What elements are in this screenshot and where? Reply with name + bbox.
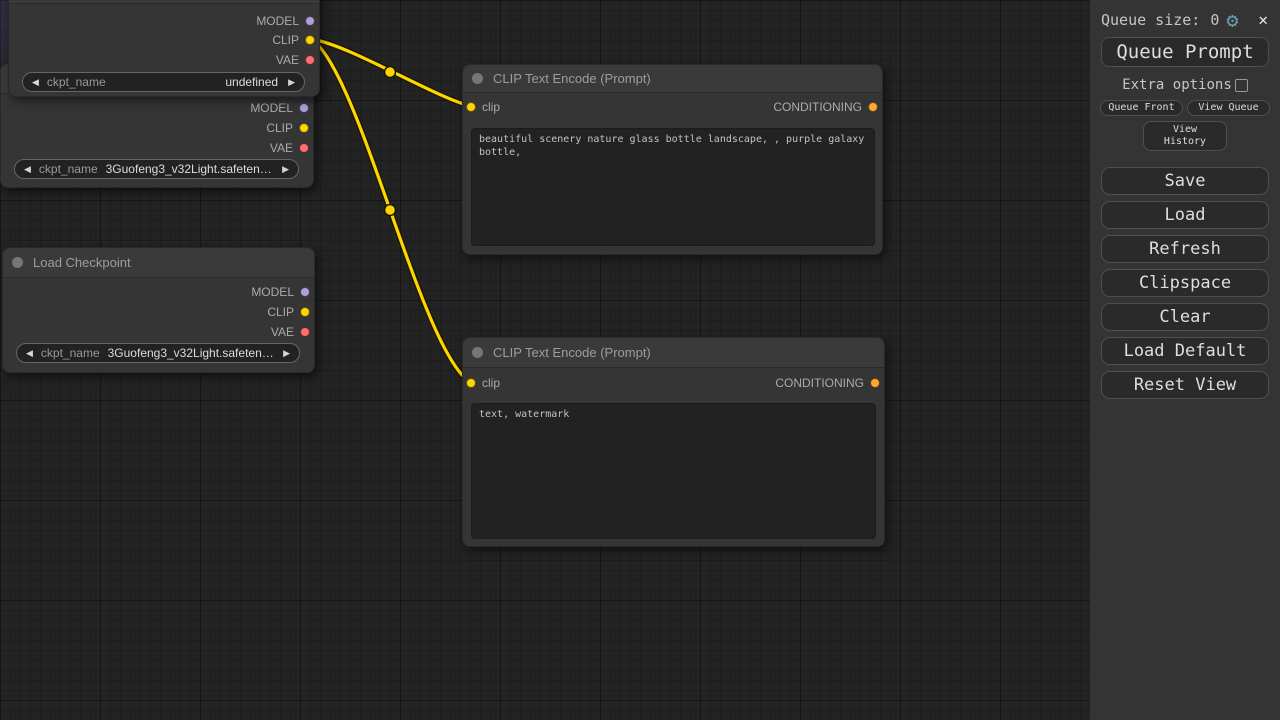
model-output-slot: MODEL: [3, 285, 314, 299]
save-button[interactable]: Save: [1101, 167, 1269, 195]
clip-output-slot: CLIP: [3, 305, 314, 319]
prev-arrow-icon[interactable]: ◀: [26, 348, 33, 359]
view-history-line: View: [1173, 124, 1197, 137]
node-graph-canvas[interactable]: MODEL CLIP VAE ◀ ckpt_name 3Guofeng3_v32…: [0, 0, 1090, 720]
view-history-button[interactable]: View History: [1143, 121, 1227, 151]
slot-label: MODEL: [250, 101, 293, 115]
ckpt-name-combo-widget[interactable]: ◀ ckpt_name 3Guofeng3_v32Light.safeten… …: [14, 159, 299, 179]
clip-output-slot: CLIP: [9, 33, 319, 47]
vae-output-slot: VAE: [9, 53, 319, 67]
slot-label: CLIP: [272, 33, 299, 47]
view-history-line: History: [1164, 136, 1206, 149]
extra-options-checkbox[interactable]: [1235, 79, 1248, 92]
ckpt-name-combo-widget[interactable]: ◀ ckpt_name 3Guofeng3_v32Light.safeten… …: [16, 343, 300, 363]
collapse-dot-icon[interactable]: [472, 347, 483, 358]
queue-size-label: Queue size:: [1101, 11, 1200, 29]
clipspace-button[interactable]: Clipspace: [1101, 269, 1269, 297]
vae-output-dot[interactable]: [300, 327, 310, 337]
load-default-button[interactable]: Load Default: [1101, 337, 1269, 365]
clip-output-dot[interactable]: [305, 35, 315, 45]
slot-label: VAE: [270, 141, 293, 155]
queue-status-row: Queue size: 0 ⚙ ✕: [1090, 0, 1280, 30]
vae-output-dot[interactable]: [299, 143, 309, 153]
queue-actions-row: Queue Front View Queue: [1090, 100, 1280, 116]
view-queue-button[interactable]: View Queue: [1187, 100, 1270, 116]
conditioning-output-dot[interactable]: [870, 378, 880, 388]
node-title-bar[interactable]: Load Checkpoint: [3, 248, 314, 278]
slot-label: CLIP: [266, 121, 293, 135]
model-output-slot: MODEL: [9, 14, 319, 28]
widget-value: 3Guofeng3_v32Light.safeten…: [106, 162, 272, 176]
queue-front-button[interactable]: Queue Front: [1100, 100, 1183, 116]
close-icon[interactable]: ✕: [1258, 12, 1268, 28]
queue-prompt-button[interactable]: Queue Prompt: [1101, 37, 1269, 67]
widget-value: 3Guofeng3_v32Light.safeten…: [108, 346, 274, 360]
node-clip-text-encode-negative[interactable]: CLIP Text Encode (Prompt) clip CONDITION…: [462, 337, 885, 547]
vae-output-dot[interactable]: [305, 55, 315, 65]
conditioning-output-label: CONDITIONING: [773, 100, 862, 114]
clip-output-dot[interactable]: [299, 123, 309, 133]
next-arrow-icon[interactable]: ▶: [288, 77, 295, 88]
model-output-dot[interactable]: [300, 287, 310, 297]
node-title-bar[interactable]: CLIP Text Encode (Prompt): [463, 65, 882, 93]
queue-size-value: 0: [1210, 11, 1219, 29]
vae-output-slot: VAE: [3, 325, 314, 339]
model-output-dot[interactable]: [299, 103, 309, 113]
clear-button[interactable]: Clear: [1101, 303, 1269, 331]
positive-prompt-textarea[interactable]: beautiful scenery nature glass bottle la…: [471, 128, 875, 246]
settings-gear-icon[interactable]: ⚙: [1226, 10, 1238, 30]
menu-panel: Queue size: 0 ⚙ ✕ Queue Prompt Extra opt…: [1090, 0, 1280, 720]
node-title: Load Checkpoint: [33, 255, 131, 270]
slot-label: VAE: [276, 53, 299, 67]
clip-output-dot[interactable]: [300, 307, 310, 317]
clip-input-label: clip: [482, 376, 500, 390]
node-clip-text-encode-positive[interactable]: CLIP Text Encode (Prompt) clip CONDITION…: [462, 64, 883, 255]
slot-label: VAE: [271, 325, 294, 339]
widget-value: undefined: [225, 75, 278, 89]
clip-input-dot[interactable]: [466, 102, 476, 112]
node-title: CLIP Text Encode (Prompt): [493, 345, 651, 360]
widget-label: ckpt_name: [39, 162, 98, 176]
slot-label: CLIP: [267, 305, 294, 319]
reset-view-button[interactable]: Reset View: [1101, 371, 1269, 399]
prev-arrow-icon[interactable]: ◀: [24, 164, 31, 175]
clip-conditioning-slot-row: clip CONDITIONING: [463, 100, 882, 114]
slot-label: MODEL: [256, 14, 299, 28]
vae-output-slot: VAE: [1, 141, 313, 155]
next-arrow-icon[interactable]: ▶: [282, 164, 289, 175]
prev-arrow-icon[interactable]: ◀: [32, 77, 39, 88]
slot-label: MODEL: [251, 285, 294, 299]
collapse-dot-icon[interactable]: [472, 73, 483, 84]
model-output-slot: MODEL: [1, 101, 313, 115]
node-load-checkpoint[interactable]: Load Checkpoint MODEL CLIP VAE ◀ ckpt_na…: [2, 247, 315, 373]
widget-label: ckpt_name: [41, 346, 100, 360]
clip-input-dot[interactable]: [466, 378, 476, 388]
link-midpoint-dot[interactable]: [385, 67, 396, 78]
refresh-button[interactable]: Refresh: [1101, 235, 1269, 263]
negative-prompt-textarea[interactable]: text, watermark: [471, 403, 876, 539]
node-checkpoint-top[interactable]: MODEL CLIP VAE ◀ ckpt_name undefined ▶: [8, 0, 320, 97]
clip-input-label: clip: [482, 100, 500, 114]
conditioning-output-dot[interactable]: [868, 102, 878, 112]
link-midpoint-dot[interactable]: [385, 205, 396, 216]
node-title-bar[interactable]: CLIP Text Encode (Prompt): [463, 338, 884, 368]
conditioning-output-label: CONDITIONING: [775, 376, 864, 390]
collapse-dot-icon[interactable]: [12, 257, 23, 268]
model-output-dot[interactable]: [305, 16, 315, 26]
extra-options-label: Extra options: [1122, 77, 1232, 93]
extra-options-row: Extra options: [1090, 77, 1280, 93]
menu-button-group: Save Load Refresh Clipspace Clear Load D…: [1090, 167, 1280, 399]
ckpt-name-combo-widget[interactable]: ◀ ckpt_name undefined ▶: [22, 72, 305, 92]
load-button[interactable]: Load: [1101, 201, 1269, 229]
clip-conditioning-slot-row: clip CONDITIONING: [463, 376, 884, 390]
widget-label: ckpt_name: [47, 75, 106, 89]
node-title: CLIP Text Encode (Prompt): [493, 71, 651, 86]
clip-output-slot: CLIP: [1, 121, 313, 135]
next-arrow-icon[interactable]: ▶: [283, 348, 290, 359]
